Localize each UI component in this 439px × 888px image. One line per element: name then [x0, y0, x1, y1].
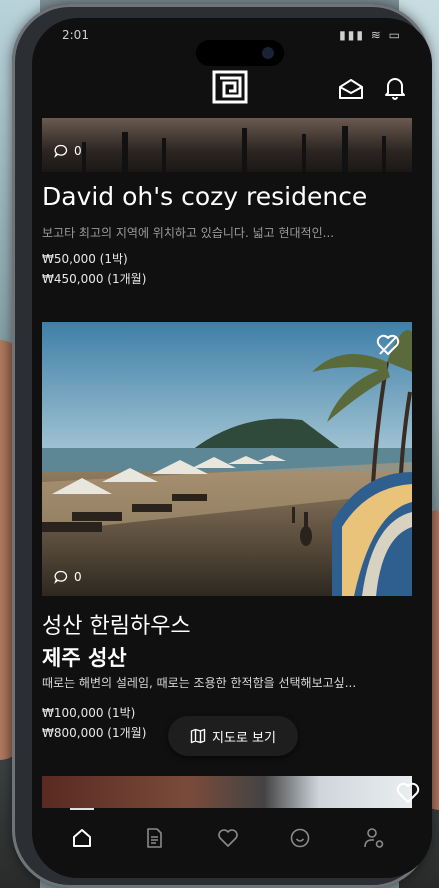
listing-image[interactable]: 0	[42, 322, 412, 596]
listing-title[interactable]: 성산 한림하우스	[42, 608, 191, 640]
tab-home[interactable]	[70, 826, 94, 850]
bell-icon[interactable]	[384, 76, 406, 100]
phone-screen: 2:01 ▮▮▮ ≋ ▭ 0 David oh's cozy residence…	[32, 18, 432, 878]
tab-feedback[interactable]	[288, 826, 312, 850]
listing-location: 제주 성산	[42, 646, 127, 670]
tab-profile[interactable]	[362, 826, 386, 850]
heart-icon[interactable]	[376, 334, 400, 356]
view-on-map-label: 지도로 보기	[212, 730, 276, 746]
price-per-night: ₩50,000 (1박)	[42, 252, 128, 266]
bottom-tab-bar	[32, 808, 432, 878]
price-per-month: ₩450,000 (1개월)	[42, 272, 147, 286]
comment-count-value: 0	[74, 144, 82, 158]
status-indicators: ▮▮▮ ≋ ▭	[339, 28, 402, 42]
profile-settings-icon	[364, 828, 384, 848]
home-icon	[73, 829, 91, 847]
price-per-night: ₩100,000 (1박)	[42, 706, 136, 720]
price-per-month: ₩800,000 (1개월)	[42, 726, 147, 740]
tab-documents[interactable]	[142, 826, 166, 850]
mail-icon[interactable]	[338, 78, 364, 100]
heart-icon	[218, 829, 238, 847]
listing-feed[interactable]: 0 David oh's cozy residence 보고타 최고의 지역에 …	[32, 118, 432, 808]
comment-count: 0	[54, 144, 82, 158]
tab-favorites[interactable]	[216, 826, 240, 850]
comment-count-value: 0	[74, 570, 82, 584]
comment-icon	[54, 144, 68, 158]
comment-count: 0	[54, 570, 82, 584]
camera-icon	[262, 47, 274, 59]
heart-icon[interactable]	[396, 782, 420, 804]
listing-title[interactable]: David oh's cozy residence	[42, 182, 367, 211]
app-header	[32, 68, 432, 118]
listing-description: 때로는 해변의 설레임, 때로는 조용한 한적함을 선택해보고싶...	[42, 676, 357, 690]
view-on-map-button[interactable]: 지도로 보기	[168, 716, 298, 756]
listing-image[interactable]	[42, 776, 412, 808]
document-icon	[147, 828, 162, 848]
listing-description: 보고타 최고의 지역에 위치하고 있습니다. 넓고 현대적인...	[42, 226, 335, 240]
active-tab-indicator	[70, 808, 94, 810]
listing-image[interactable]: 0	[42, 118, 412, 172]
phone-frame: 2:01 ▮▮▮ ≋ ▭ 0 David oh's cozy residence…	[12, 4, 432, 888]
maze-logo-icon[interactable]	[212, 70, 248, 104]
map-icon	[190, 728, 206, 744]
smile-icon	[290, 828, 310, 848]
comment-icon	[54, 570, 68, 584]
dynamic-island	[196, 40, 284, 66]
status-time: 2:01	[62, 28, 89, 42]
beach-scene-image	[42, 322, 412, 596]
